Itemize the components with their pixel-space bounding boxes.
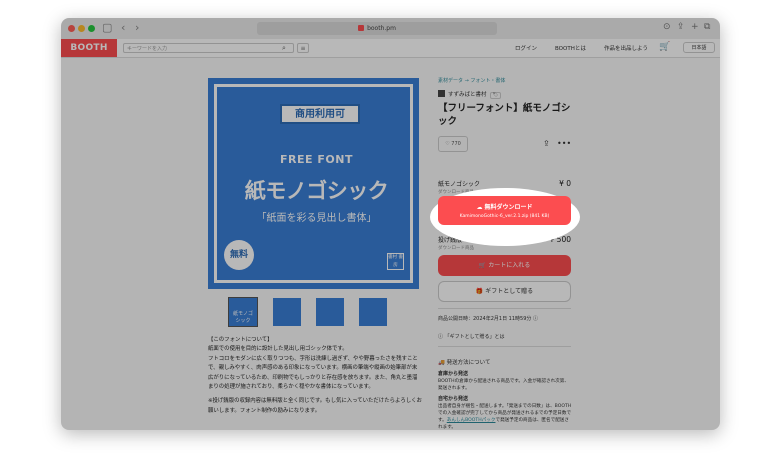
gift-help-link[interactable]: ⓘ 「ギフトとして贈る」とは — [438, 333, 504, 340]
shop-tag-icon: 🏷 — [489, 92, 502, 99]
gift-help-text: 「ギフトとして贈る」とは — [444, 334, 505, 340]
url-text: booth.pm — [367, 25, 396, 32]
description-note: ※投げ銭版の収録内容は無料版と全く同じです。もし気に入っていただけたらよろしくお… — [208, 398, 422, 414]
search-icon[interactable]: ⌕ — [277, 43, 291, 53]
site-favicon-icon — [358, 25, 365, 31]
description-line: 紙面での使用を目的に設計した見出し用ゴシック体です。 — [208, 346, 348, 353]
downloads-icon[interactable]: ⊙ — [663, 22, 671, 32]
forward-arrow-icon[interactable]: › — [135, 20, 139, 36]
warehouse-shipping-text: BOOTHの倉庫から配送される商品です。入金が確認され次第、発送されます。 — [438, 379, 569, 391]
font-subtitle-art: 「紙面を彩る見出し書体」 — [256, 213, 377, 224]
browser-window: ▢ ‹ › booth.pm ⊙ ⇪ + ⧉ BOOTH キーワードを入力 ⌕ … — [61, 18, 720, 430]
add-to-cart-button[interactable]: 🛒 カートに入れる — [438, 255, 571, 276]
warehouse-shipping-title: 倉庫から発送 — [438, 371, 469, 377]
breadcrumb[interactable]: 素材データ → フォント・書体 — [438, 77, 505, 84]
font-name-art: 紙モノゴシック — [244, 179, 389, 203]
thumbnail-1[interactable]: 紙モノゴシック — [228, 297, 258, 327]
info-icon[interactable]: ⓘ — [533, 316, 538, 322]
like-count: 770 — [451, 141, 461, 147]
image-frame: 商用利用可 FREE FONT 紙モノゴシック 「紙面を彩る見出し書体」 無料 … — [214, 84, 413, 283]
free-font-label: FREE FONT — [280, 153, 353, 166]
download-filename: KamimonoGothic-6_ver.2.1.zip (841 KB) — [459, 214, 550, 219]
tab-overview-icon[interactable]: ⧉ — [704, 22, 710, 32]
close-window-button[interactable] — [68, 25, 75, 32]
shipping-heading-text: 発送方法について — [446, 360, 491, 366]
search-input[interactable]: キーワードを入力 — [123, 43, 294, 53]
page-content: 商用利用可 FREE FONT 紙モノゴシック 「紙面を彩る見出し書体」 無料 … — [61, 58, 720, 430]
filter-icon[interactable]: ≡ — [297, 43, 309, 53]
commercial-use-badge: 商用利用可 — [280, 104, 360, 124]
description-body: フトコロをモダンに広く取りつつも、字形は洗練し過ぎず、やや野暮ったさを残すことで… — [208, 355, 418, 391]
cart-icon[interactable]: 🛒 — [659, 42, 670, 52]
divider — [438, 346, 571, 347]
gift-label: ギフトとして贈る — [485, 288, 534, 295]
shipping-info: 🚚 発送方法について 倉庫から発送 BOOTHの倉庫から配送される商品です。入金… — [438, 360, 573, 430]
cart-icon: 🛒 — [478, 262, 487, 269]
zoom-window-button[interactable] — [88, 25, 95, 32]
cloud-download-icon: ☁ — [476, 204, 483, 211]
home-shipping-text: 出品者自身が梱包・配送します。「発送までの日数」は、BOOTHでの入金確認が完了… — [438, 403, 573, 430]
language-selector[interactable]: 日本語 — [683, 42, 715, 53]
thumbnail-3[interactable] — [316, 298, 344, 326]
product-main-image[interactable]: 商用利用可 FREE FONT 紙モノゴシック 「紙面を彩る見出し書体」 無料 … — [208, 78, 419, 289]
free-stamp: 無料 — [224, 240, 254, 270]
description-heading: 【このフォントについて】 — [208, 337, 273, 343]
cart-label: カートに入れる — [488, 262, 531, 269]
variant-price: ¥ 0 — [559, 179, 571, 188]
about-link[interactable]: BOOTHとは — [555, 44, 586, 52]
sell-link[interactable]: 作品を出品しよう — [604, 44, 648, 52]
publish-date-text: 商品公開日時：2024年2月1日 11時59分 — [438, 316, 532, 322]
more-options-icon[interactable]: ••• — [557, 139, 571, 148]
product-title: 【フリーフォント】紙モノゴシック — [438, 103, 571, 127]
booth-logo[interactable]: BOOTH — [61, 39, 117, 57]
info-icon: ⓘ — [438, 334, 444, 340]
browser-titlebar: ▢ ‹ › booth.pm ⊙ ⇪ + ⧉ — [61, 18, 720, 40]
product-description: 【このフォントについて】 紙面での使用を目的に設計した見出し用ゴシック体です。 … — [208, 336, 422, 416]
back-arrow-icon[interactable]: ‹ — [121, 20, 125, 36]
shop-link[interactable]: すずみばと書村 🏷 — [438, 90, 502, 99]
shop-avatar — [438, 90, 445, 97]
address-bar[interactable]: booth.pm — [257, 22, 497, 35]
truck-icon: 🚚 — [438, 360, 445, 366]
like-button[interactable]: ♡ 770 — [438, 136, 468, 152]
download-label: 無料ダウンロード — [484, 204, 533, 211]
home-shipping-title: 自宅から発送 — [438, 396, 469, 402]
anshin-pack-link[interactable]: あんしんBOOTHパック — [447, 418, 496, 423]
heart-icon: ♡ — [445, 141, 450, 147]
minimize-window-button[interactable] — [78, 25, 85, 32]
sidebar-toggle-icon[interactable]: ▢ — [102, 20, 112, 36]
publisher-seal: 書村 書房 — [387, 253, 404, 270]
divider — [438, 308, 571, 309]
new-tab-icon[interactable]: + — [691, 22, 699, 32]
shop-name: すずみばと書村 — [448, 92, 487, 98]
thumbnail-4[interactable] — [359, 298, 387, 326]
shipping-heading: 🚚 発送方法について — [438, 360, 573, 367]
thumbnail-2[interactable] — [273, 298, 301, 326]
thumbnail-label: 紙モノゴシック — [232, 311, 253, 324]
gift-icon: 🎁 — [475, 288, 484, 295]
share-icon[interactable]: ⇪ — [543, 139, 550, 148]
login-link[interactable]: ログイン — [515, 44, 537, 52]
share-icon[interactable]: ⇪ — [677, 22, 685, 32]
variant-name: 紙モノゴシック — [438, 181, 481, 188]
gift-button[interactable]: 🎁 ギフトとして贈る — [438, 281, 571, 302]
site-header: BOOTH キーワードを入力 ⌕ ≡ ログイン BOOTHとは 作品を出品しよう… — [61, 39, 720, 58]
free-download-button[interactable]: ☁ 無料ダウンロード KamimonoGothic-6_ver.2.1.zip … — [438, 196, 571, 225]
publish-date: 商品公開日時：2024年2月1日 11時59分 ⓘ — [438, 315, 538, 322]
